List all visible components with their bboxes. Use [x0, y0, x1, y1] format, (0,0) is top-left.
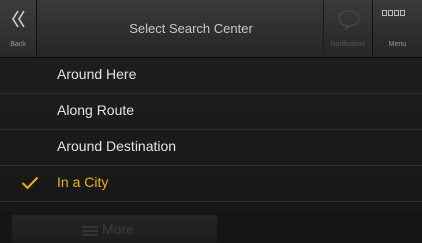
list-item-label: Along Route	[57, 102, 135, 118]
list-item-label: Around Destination	[57, 138, 177, 154]
more-button[interactable]: More	[12, 215, 217, 243]
list-item-in-a-city[interactable]: In a City	[0, 166, 422, 202]
notification-label: Notification	[330, 41, 366, 48]
bottom-bar: More	[0, 212, 422, 243]
menu-button[interactable]: Menu	[372, 0, 422, 57]
more-label: More	[102, 221, 134, 237]
notification-button[interactable]: Notification	[323, 0, 372, 57]
list-item-around-destination[interactable]: Around Destination	[0, 130, 422, 166]
menu-label: Menu	[388, 41, 407, 48]
header-bar: Back Select Search Center Notification M…	[0, 0, 422, 58]
grid-squares-icon	[382, 10, 405, 16]
list-item-along-route[interactable]: Along Route	[0, 94, 422, 130]
speech-bubble-icon	[338, 10, 360, 30]
page-title: Select Search Center	[129, 21, 253, 36]
checkmark-icon	[21, 176, 39, 190]
list-item-label: In a City	[57, 174, 109, 190]
list-item-label: Around Here	[57, 66, 137, 82]
back-label: Back	[10, 41, 26, 48]
list-item-around-here[interactable]: Around Here	[0, 58, 422, 94]
search-center-list: Around Here Along Route Around Destinati…	[0, 58, 422, 202]
back-button[interactable]: Back	[0, 0, 37, 57]
list-lines-icon	[82, 226, 98, 236]
double-chevron-left-icon	[12, 10, 25, 28]
screen: Back Select Search Center Notification M…	[0, 0, 422, 243]
